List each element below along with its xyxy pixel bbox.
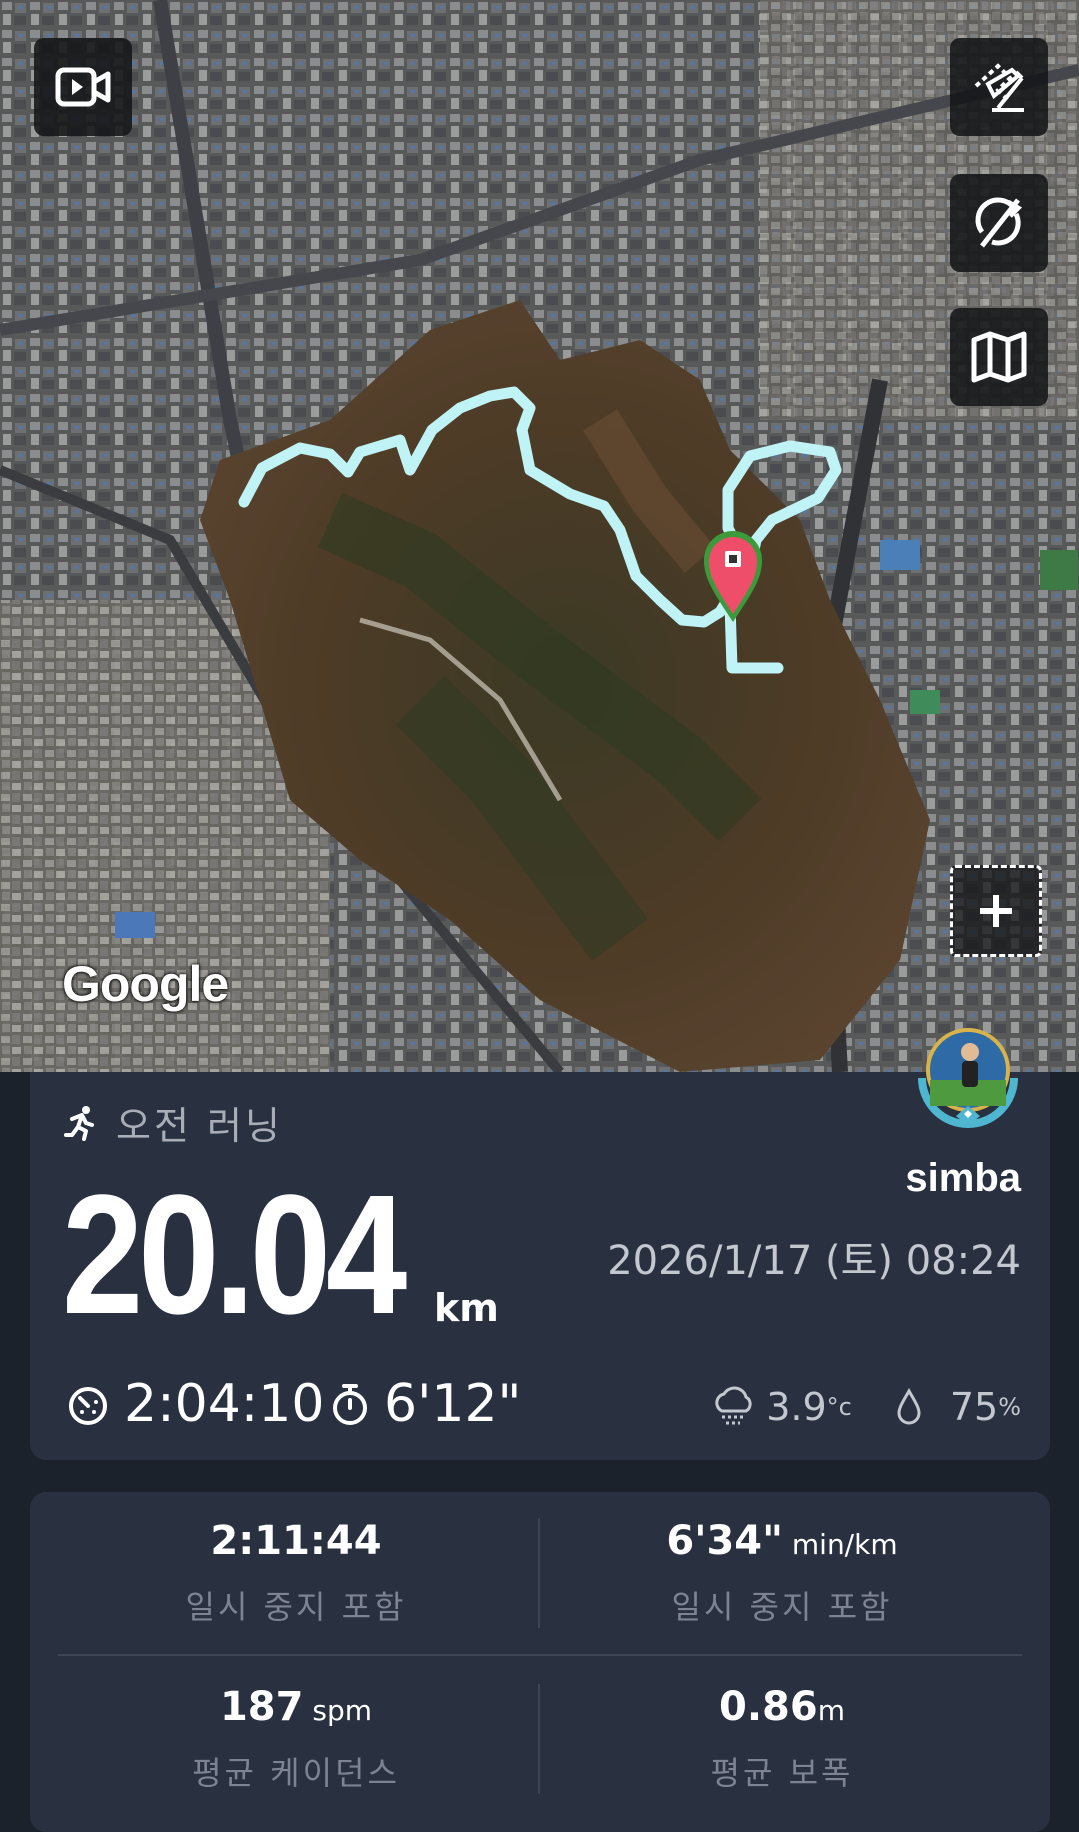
activity-type-label: 오전 러닝 (116, 1104, 283, 1148)
activity-type: 오전 러닝 (62, 1095, 283, 1150)
duration-stat: 2:04:10 (66, 1374, 324, 1434)
plus-icon (980, 895, 1012, 927)
draw-route-icon (974, 63, 1024, 112)
timer-icon (69, 1387, 107, 1425)
add-photo-button[interactable] (950, 865, 1042, 957)
activity-datetime: 2026/1/17 (토) 08:24 (607, 1238, 1021, 1284)
stat-label: 평균 케이던스 (192, 1754, 400, 1792)
cloud-rain-icon (715, 1386, 752, 1425)
pace-stat: 6'12" (330, 1374, 521, 1434)
username: simba (905, 1156, 1021, 1200)
stat-unit: min/km (782, 1528, 898, 1561)
stat-label: 일시 중지 포함 (185, 1588, 407, 1626)
stat-cadence: 187 spm 평균 케이던스 (56, 1684, 536, 1794)
humidity-value: 75 (949, 1385, 999, 1429)
stat-value: 2:11:44 (210, 1518, 382, 1564)
duration-value: 2:04:10 (124, 1374, 325, 1434)
distance-unit: km (434, 1286, 499, 1330)
stat-unit: m (817, 1694, 845, 1727)
humidity-icon (897, 1388, 921, 1425)
divider (538, 1684, 540, 1794)
avatar[interactable] (912, 1018, 1024, 1130)
map-icon (971, 331, 1027, 383)
stopwatch-icon (333, 1384, 367, 1425)
temperature-unit: °c (826, 1393, 852, 1421)
pace-value: 6'12" (384, 1374, 522, 1434)
stat-label: 일시 중지 포함 (671, 1588, 893, 1626)
stat-elapsed-time: 2:11:44 일시 중지 포함 (56, 1518, 536, 1628)
running-icon (64, 1105, 94, 1141)
stat-label: 평균 보폭 (710, 1754, 854, 1792)
map-view[interactable]: Google (0, 0, 1079, 1072)
rotate-off-icon (975, 197, 1023, 248)
video-icon (55, 67, 111, 107)
stat-value: 6'34" (666, 1518, 783, 1564)
divider (58, 1654, 1022, 1656)
rotate-lock-button[interactable] (950, 174, 1048, 272)
map-type-button[interactable] (950, 308, 1048, 406)
weather-info: 3.9 °c 75 % (710, 1385, 1021, 1429)
google-attribution: Google (62, 956, 229, 1012)
draw-route-button[interactable] (950, 38, 1048, 136)
divider (538, 1518, 540, 1628)
stat-value: 0.86 (719, 1684, 818, 1730)
stat-value: 187 (219, 1684, 304, 1730)
satellite-imagery (0, 0, 1079, 1072)
stat-unit: spm (303, 1694, 373, 1727)
video-button[interactable] (34, 38, 132, 136)
distance-value: 20.04 (62, 1160, 407, 1350)
stat-elapsed-pace: 6'34" min/km 일시 중지 포함 (542, 1518, 1022, 1628)
stat-stride: 0.86m 평균 보폭 (542, 1684, 1022, 1794)
humidity-unit: % (998, 1393, 1021, 1421)
temperature-value: 3.9 (766, 1385, 827, 1429)
